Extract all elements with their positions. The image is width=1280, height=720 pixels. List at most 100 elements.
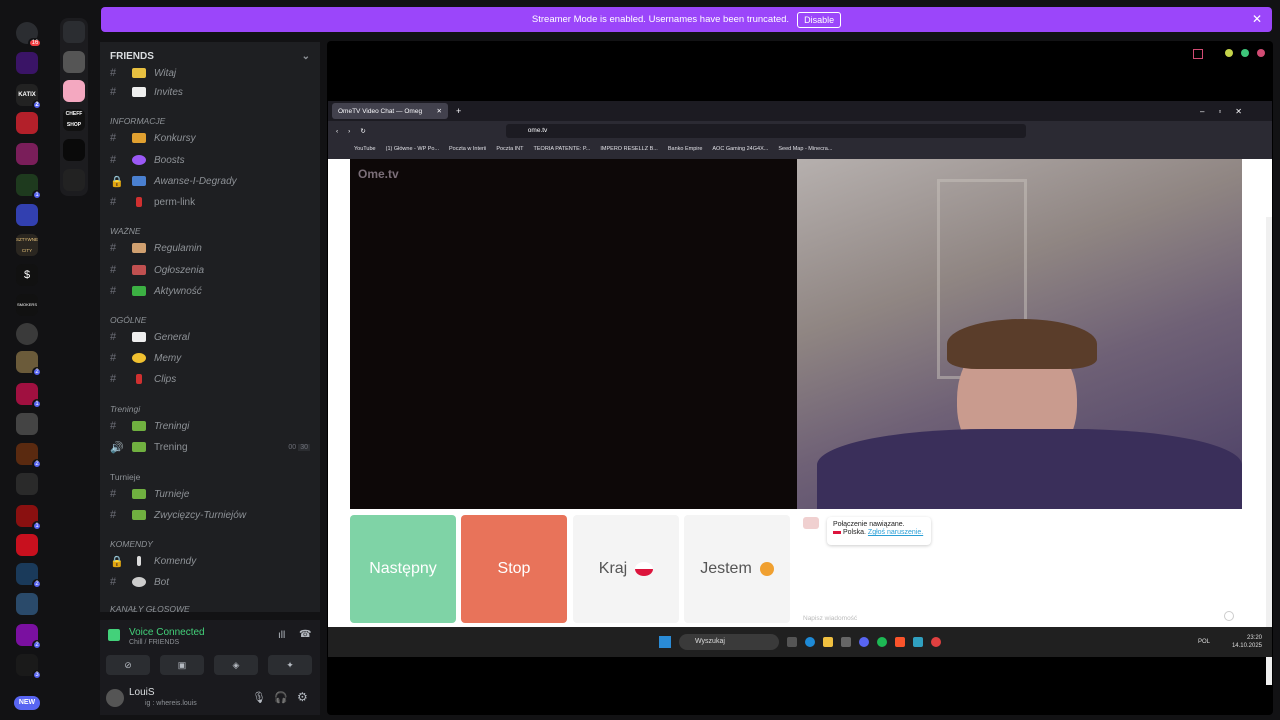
- server-icon[interactable]: $: [16, 264, 38, 286]
- server-icon[interactable]: [16, 413, 38, 435]
- language-indicator[interactable]: POL: [1198, 638, 1210, 646]
- server-icon[interactable]: 1: [16, 383, 42, 409]
- minimize-button[interactable]: [1225, 49, 1233, 57]
- bookmark[interactable]: YouTube: [354, 146, 376, 152]
- headphones-icon[interactable]: 🎧: [274, 691, 288, 704]
- message-input[interactable]: Napisz wiadomość: [803, 615, 857, 622]
- channel-item[interactable]: # Konkursy: [110, 129, 196, 147]
- disable-button[interactable]: Disable: [797, 11, 842, 28]
- new-badge[interactable]: NEW: [14, 696, 40, 710]
- server-folder[interactable]: CHEFF SHOP: [60, 18, 88, 196]
- server-icon[interactable]: [63, 80, 85, 102]
- bookmark[interactable]: AOC Gaming 24G4X...: [712, 146, 768, 152]
- bookmark[interactable]: Poczta w Interii: [449, 146, 486, 152]
- bookmark[interactable]: IMPERO RESELLZ B...: [600, 146, 657, 152]
- emoji-picker-icon[interactable]: [1224, 611, 1234, 621]
- system-tray[interactable]: POL 23:20 14.10.2025: [1198, 634, 1262, 650]
- category-label[interactable]: Turnieje: [110, 472, 140, 482]
- server-icon[interactable]: [16, 534, 38, 556]
- channel-item[interactable]: # General: [110, 328, 190, 346]
- server-icon[interactable]: 2: [16, 443, 42, 469]
- voice-status[interactable]: Voice Connected: [129, 627, 205, 638]
- server-icon[interactable]: [16, 204, 38, 226]
- soundboard-icon[interactable]: ıll: [278, 630, 285, 641]
- window-buttons[interactable]: –▫✕: [1200, 107, 1256, 116]
- channel-item[interactable]: 🔒 Komendy: [110, 552, 196, 570]
- folder-icon[interactable]: [63, 21, 85, 43]
- server-icon[interactable]: SZTYWNE CITY: [16, 234, 38, 256]
- channel-item[interactable]: # Invites: [110, 83, 183, 101]
- category-label[interactable]: INFORMACJE: [110, 116, 165, 126]
- server-icon[interactable]: 2: [16, 563, 42, 589]
- channel-item[interactable]: # Zwycięzcy-Turniejów: [110, 506, 246, 524]
- channel-item[interactable]: # Clips: [110, 370, 176, 388]
- channel-item[interactable]: # Memy: [110, 349, 181, 367]
- channel-item[interactable]: # perm-link: [110, 193, 195, 211]
- next-button[interactable]: Następny: [350, 515, 456, 623]
- folder-icon[interactable]: [823, 637, 833, 647]
- channel-item[interactable]: # Regulamin: [110, 239, 202, 257]
- channel-item[interactable]: # Turnieje: [110, 485, 189, 503]
- home-icon[interactable]: 16: [16, 22, 42, 48]
- server-icon[interactable]: 2: [16, 624, 42, 650]
- chevron-down-icon[interactable]: ⌄: [302, 51, 310, 62]
- server-icon[interactable]: KATIX 2: [16, 84, 42, 110]
- category-label[interactable]: KOMENDY: [110, 539, 153, 549]
- close-icon[interactable]: ✕: [437, 107, 442, 115]
- server-icon[interactable]: 3: [16, 654, 42, 680]
- category-label[interactable]: WAŻNE: [110, 226, 141, 236]
- activity-icon[interactable]: ◈: [214, 655, 258, 675]
- voice-channel[interactable]: Chill / FRIENDS: [129, 639, 179, 646]
- channel-item[interactable]: # Boosts: [110, 151, 185, 169]
- category-label[interactable]: KANAŁY GŁOSOWE: [110, 604, 190, 612]
- server-icon[interactable]: 2: [16, 351, 42, 377]
- address-input[interactable]: ome.tv: [505, 124, 1026, 138]
- country-button[interactable]: Kraj: [573, 515, 679, 623]
- bookmark[interactable]: Poczta INT: [496, 146, 523, 152]
- signal-icon[interactable]: [108, 629, 120, 641]
- brave-icon[interactable]: [895, 637, 905, 647]
- bookmark[interactable]: Seed Map - Minecra...: [778, 146, 832, 152]
- spotify-icon[interactable]: [877, 637, 887, 647]
- channel-item[interactable]: 🔒 Awanse-I-Degrady: [110, 172, 237, 190]
- username[interactable]: LouiS: [129, 687, 155, 698]
- back-icon[interactable]: ‹: [336, 128, 338, 135]
- store-icon[interactable]: [841, 637, 851, 647]
- browser-tab[interactable]: OmeTV Video Chat — Omeg ✕: [332, 103, 448, 119]
- server-icon[interactable]: SMOKERS: [16, 294, 38, 316]
- windows-start-icon[interactable]: [659, 636, 671, 648]
- report-link[interactable]: Zgłoś naruszenie.: [868, 529, 923, 536]
- disconnect-icon[interactable]: ☎: [299, 629, 311, 640]
- server-icon[interactable]: [16, 52, 38, 74]
- channel-item[interactable]: # Ogłoszenia: [110, 261, 204, 279]
- discord-icon[interactable]: [859, 637, 869, 647]
- server-icon[interactable]: [16, 112, 38, 134]
- server-icon[interactable]: 1: [16, 505, 42, 531]
- forward-icon[interactable]: ›: [348, 128, 350, 135]
- taskbar-search[interactable]: Wyszukaj: [679, 634, 779, 650]
- server-icon[interactable]: [16, 323, 38, 345]
- server-icon[interactable]: [63, 139, 85, 161]
- new-tab-icon[interactable]: +: [456, 106, 461, 116]
- server-icon[interactable]: [16, 143, 38, 165]
- server-icon[interactable]: 1: [16, 174, 42, 200]
- channel-item[interactable]: # Aktywność: [110, 282, 202, 300]
- voice-channel-item[interactable]: 🔊 Trening 00 30: [110, 438, 310, 456]
- gender-button[interactable]: Jestem: [684, 515, 790, 623]
- server-icon[interactable]: CHEFF SHOP: [63, 109, 85, 131]
- scrollbar[interactable]: [1266, 217, 1272, 685]
- stop-button[interactable]: Stop: [461, 515, 567, 623]
- app-icon[interactable]: [913, 637, 923, 647]
- channel-item[interactable]: # Bot: [110, 573, 169, 591]
- microphone-icon[interactable]: 🎙: [252, 691, 266, 704]
- close-button[interactable]: [1257, 49, 1265, 57]
- category-label[interactable]: Treningi: [110, 404, 140, 414]
- task-view-icon[interactable]: [787, 637, 797, 647]
- bookmark[interactable]: Banko Empire: [668, 146, 703, 152]
- effects-icon[interactable]: ✦: [268, 655, 312, 675]
- server-icon[interactable]: [63, 169, 85, 191]
- category-label[interactable]: OGÓLNE: [110, 315, 146, 325]
- popout-icon[interactable]: [1193, 49, 1203, 59]
- app-icon[interactable]: [931, 637, 941, 647]
- reload-icon[interactable]: ↻: [360, 127, 365, 135]
